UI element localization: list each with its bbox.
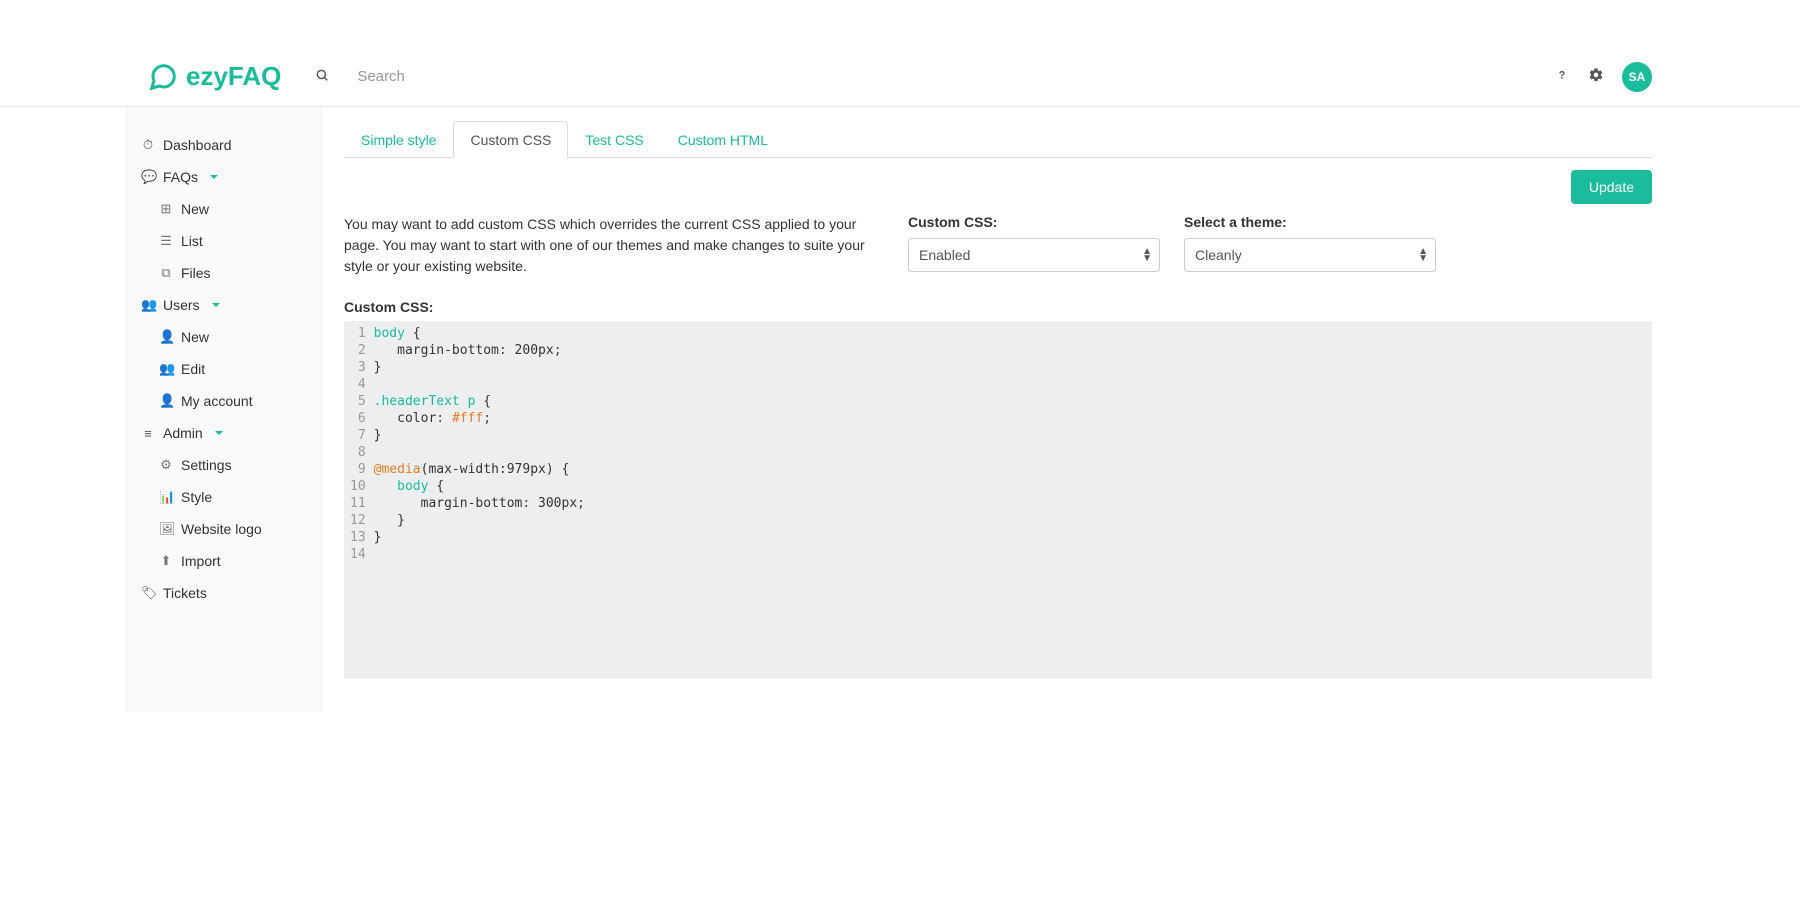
users-icon: 👥 (141, 297, 155, 313)
user-icon: 👤 (159, 393, 173, 409)
sidebar-label: Users (163, 297, 200, 313)
sidebar: ⏱ Dashboard 💬 FAQs ⊞ New ☰ List ⧉ Files 👥 User… (126, 107, 322, 712)
copy-icon: ⧉ (159, 265, 173, 281)
sliders-icon: ≡ (141, 426, 155, 441)
app-header: ezyFAQ ? SA (0, 47, 1800, 107)
sidebar-item-settings[interactable]: ⚙ Settings (127, 449, 321, 481)
theme-select[interactable]: Cleanly (1184, 238, 1436, 272)
tabs: Simple style Custom CSS Test CSS Custom … (344, 121, 1652, 158)
sidebar-item-admin[interactable]: ≡ Admin (127, 417, 321, 449)
sidebar-item-users-new[interactable]: 👤 New (127, 321, 321, 353)
header-actions: ? SA (1554, 62, 1652, 92)
editor-code[interactable]: body { margin-bottom: 200px;} .headerTex… (372, 325, 585, 675)
sidebar-label: Website logo (181, 521, 262, 537)
theme-label: Select a theme: (1184, 214, 1436, 230)
editor-label: Custom CSS: (344, 299, 1652, 315)
sidebar-label: FAQs (163, 169, 198, 185)
sidebar-label: Style (181, 489, 212, 505)
chart-icon: 📊 (159, 489, 173, 505)
sidebar-item-style[interactable]: 📊 Style (127, 481, 321, 513)
custom-css-label: Custom CSS: (908, 214, 1160, 230)
sidebar-label: New (181, 329, 209, 345)
users-icon: 👥 (159, 361, 173, 377)
sidebar-item-import[interactable]: ⬆ Import (127, 545, 321, 577)
plus-box-icon: ⊞ (159, 201, 173, 217)
sidebar-item-users-edit[interactable]: 👥 Edit (127, 353, 321, 385)
caret-icon (215, 431, 223, 435)
sidebar-label: Settings (181, 457, 232, 473)
brand-name: ezyFAQ (186, 61, 281, 92)
sidebar-label: Tickets (163, 585, 207, 601)
sidebar-label: Files (181, 265, 211, 281)
sidebar-item-tickets[interactable]: 🏷 Tickets (127, 577, 321, 609)
sidebar-item-faqs-new[interactable]: ⊞ New (127, 193, 321, 225)
chat-bubble-icon (146, 62, 180, 92)
update-button[interactable]: Update (1571, 170, 1652, 204)
sidebar-item-myaccount[interactable]: 👤 My account (127, 385, 321, 417)
list-icon: ☰ (159, 233, 173, 249)
sidebar-label: Import (181, 553, 221, 569)
sidebar-label: List (181, 233, 203, 249)
upload-icon: ⬆ (159, 553, 173, 569)
sidebar-item-dashboard[interactable]: ⏱ Dashboard (127, 129, 321, 161)
user-plus-icon: 👤 (159, 329, 173, 345)
sidebar-label: Dashboard (163, 137, 232, 153)
main-content: Simple style Custom CSS Test CSS Custom … (322, 107, 1674, 712)
sidebar-item-faqs[interactable]: 💬 FAQs (127, 161, 321, 193)
tab-custom-css[interactable]: Custom CSS (453, 121, 568, 158)
tab-custom-html[interactable]: Custom HTML (661, 121, 785, 158)
search-icon[interactable] (315, 68, 329, 85)
sidebar-item-faqs-list[interactable]: ☰ List (127, 225, 321, 257)
tab-simple-style[interactable]: Simple style (344, 121, 453, 158)
image-icon: 🖼 (159, 521, 173, 537)
css-editor[interactable]: 1234567891011121314 body { margin-bottom… (344, 321, 1652, 679)
caret-icon (212, 303, 220, 307)
intro-text: You may want to add custom CSS which ove… (344, 214, 884, 277)
chat-icon: 💬 (141, 169, 155, 185)
avatar[interactable]: SA (1622, 62, 1652, 92)
brand-logo[interactable]: ezyFAQ (146, 61, 281, 92)
caret-icon (210, 175, 218, 179)
gear-icon: ⚙ (159, 457, 173, 473)
sidebar-label: New (181, 201, 209, 217)
sidebar-item-logo[interactable]: 🖼 Website logo (127, 513, 321, 545)
tags-icon: 🏷 (141, 585, 155, 601)
sidebar-item-users[interactable]: 👥 Users (127, 289, 321, 321)
dashboard-icon: ⏱ (141, 137, 155, 153)
editor-gutter: 1234567891011121314 (344, 325, 372, 675)
search-input[interactable] (357, 68, 657, 85)
gear-icon[interactable] (1588, 67, 1604, 86)
sidebar-label: My account (181, 393, 253, 409)
sidebar-label: Edit (181, 361, 205, 377)
search-wrap (315, 68, 1554, 85)
help-icon[interactable]: ? (1554, 67, 1570, 86)
svg-text:?: ? (1559, 69, 1566, 81)
sidebar-item-faqs-files[interactable]: ⧉ Files (127, 257, 321, 289)
custom-css-select[interactable]: Enabled (908, 238, 1160, 272)
tab-test-css[interactable]: Test CSS (568, 121, 660, 158)
sidebar-label: Admin (163, 425, 203, 441)
